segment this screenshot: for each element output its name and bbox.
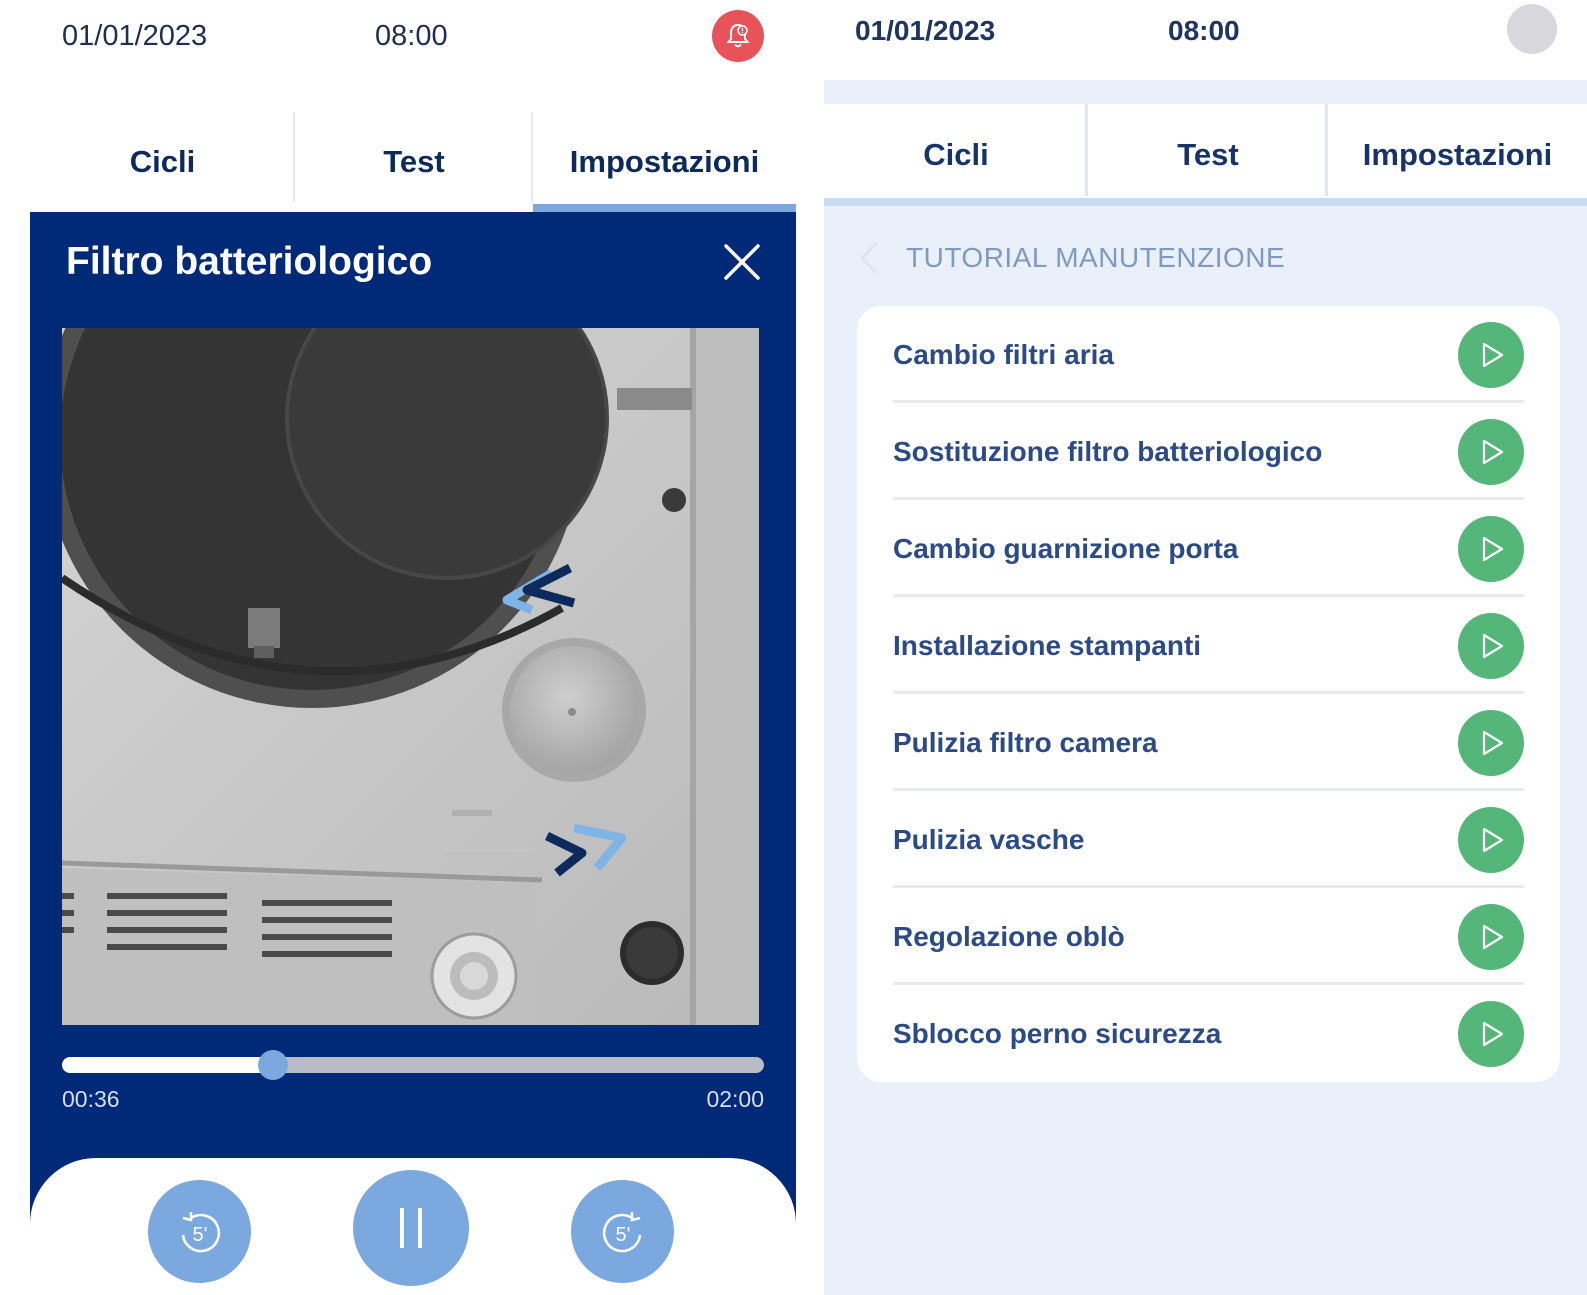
tab-label: Test: [383, 144, 445, 179]
video-player-panel: Filtro batteriologico 00:36 02:00 5' 5': [30, 212, 796, 1295]
list-item[interactable]: Pulizia vasche: [893, 791, 1524, 888]
progress-fill: [62, 1057, 273, 1073]
rewind-5-button[interactable]: 5': [148, 1180, 251, 1283]
forward-label: 5': [615, 1224, 630, 1246]
rewind-5-icon: 5': [181, 1211, 220, 1252]
tab-label: Test: [1177, 137, 1239, 172]
list-item-label: Sostituzione filtro batteriologico: [893, 435, 1323, 467]
tab-label: Cicli: [129, 144, 196, 179]
progress-track[interactable]: [62, 1057, 764, 1073]
list-item[interactable]: Cambio filtri aria: [893, 306, 1524, 403]
chevron-left-icon[interactable]: [856, 238, 882, 278]
tab-impostazioni[interactable]: Impostazioni: [1328, 104, 1587, 206]
player-title: Filtro batteriologico: [66, 240, 433, 283]
play-button[interactable]: [1458, 806, 1524, 873]
right-screen: 01/01/2023 08:00 Cicli Test Impostazioni…: [824, 0, 1587, 1295]
play-icon: [1482, 633, 1504, 658]
tab-bar: Cicli Test Impostazioni: [824, 104, 1587, 206]
tab-label: Impostazioni: [1362, 137, 1553, 172]
breadcrumb: TUTORIAL MANUTENZIONE: [856, 238, 1285, 278]
list-item[interactable]: Sblocco perno sicurezza: [893, 985, 1524, 1082]
play-icon: [1482, 536, 1504, 561]
list-item-label: Sblocco perno sicurezza: [893, 1017, 1222, 1049]
bell-icon[interactable]: [1507, 4, 1557, 54]
play-icon: [1482, 924, 1504, 949]
status-time: 08:00: [1168, 15, 1240, 46]
list-item[interactable]: Installazione stampanti: [893, 597, 1524, 694]
pause-button[interactable]: [353, 1170, 469, 1286]
status-date: 01/01/2023: [855, 15, 996, 46]
play-button[interactable]: [1458, 903, 1524, 970]
status-bar: 01/01/2023 08:00: [0, 0, 806, 80]
tab-test[interactable]: Test: [1088, 104, 1328, 206]
close-icon[interactable]: [722, 242, 762, 282]
play-button[interactable]: [1458, 418, 1524, 485]
tab-cicli[interactable]: Cicli: [30, 112, 295, 212]
total-duration: 02:00: [706, 1086, 764, 1112]
list-item-label: Cambio guarnizione porta: [893, 532, 1239, 564]
play-button[interactable]: [1458, 709, 1524, 776]
play-button[interactable]: [1458, 612, 1524, 679]
play-button[interactable]: [1458, 321, 1524, 388]
list-item[interactable]: Sostituzione filtro batteriologico: [893, 403, 1524, 500]
tab-cicli[interactable]: Cicli: [824, 104, 1088, 206]
rewind-label: 5': [192, 1224, 207, 1246]
list-item-label: Pulizia filtro camera: [893, 726, 1158, 758]
tab-label: Cicli: [923, 137, 989, 172]
play-icon: [1482, 342, 1504, 367]
list-item[interactable]: Pulizia filtro camera: [893, 694, 1524, 791]
video-frame[interactable]: [62, 328, 759, 1025]
tab-impostazioni[interactable]: Impostazioni: [533, 112, 796, 212]
list-item-label: Pulizia vasche: [893, 823, 1085, 855]
list-item-label: Regolazione oblò: [893, 920, 1125, 952]
play-icon: [1482, 730, 1504, 755]
video-image: [62, 328, 759, 1025]
status-time: 08:00: [375, 20, 448, 52]
play-button[interactable]: [1458, 1000, 1524, 1067]
tutorial-list: Cambio filtri aria Sostituzione filtro ba…: [857, 306, 1560, 1082]
tab-test[interactable]: Test: [295, 112, 533, 212]
forward-5-button[interactable]: 5': [571, 1180, 674, 1283]
elapsed-time: 00:36: [62, 1086, 120, 1112]
list-item[interactable]: Cambio guarnizione porta: [893, 500, 1524, 597]
play-icon: [1482, 827, 1504, 852]
forward-5-icon: 5': [602, 1211, 641, 1252]
play-icon: [1482, 439, 1504, 464]
status-date: 01/01/2023: [62, 20, 208, 52]
list-item-label: Cambio filtri aria: [893, 338, 1114, 370]
tab-label: Impostazioni: [569, 144, 760, 179]
list-item-label: Installazione stampanti: [893, 629, 1202, 661]
status-bar: 01/01/2023 08:00: [824, 0, 1587, 80]
play-button[interactable]: [1458, 515, 1524, 582]
left-screen: 01/01/2023 08:00 Cicli Test Impostazioni…: [0, 0, 806, 1295]
pause-icon: [400, 1208, 422, 1248]
progress-handle[interactable]: [257, 1050, 288, 1080]
list-item[interactable]: Regolazione oblò: [893, 888, 1524, 985]
player-controls: 5' 5': [30, 1158, 796, 1295]
tab-bar: Cicli Test Impostazioni: [30, 112, 796, 212]
tab-underline: [824, 198, 1587, 206]
bell-icon[interactable]: [712, 10, 764, 62]
play-icon: [1482, 1021, 1504, 1046]
breadcrumb-label: TUTORIAL MANUTENZIONE: [906, 242, 1286, 273]
